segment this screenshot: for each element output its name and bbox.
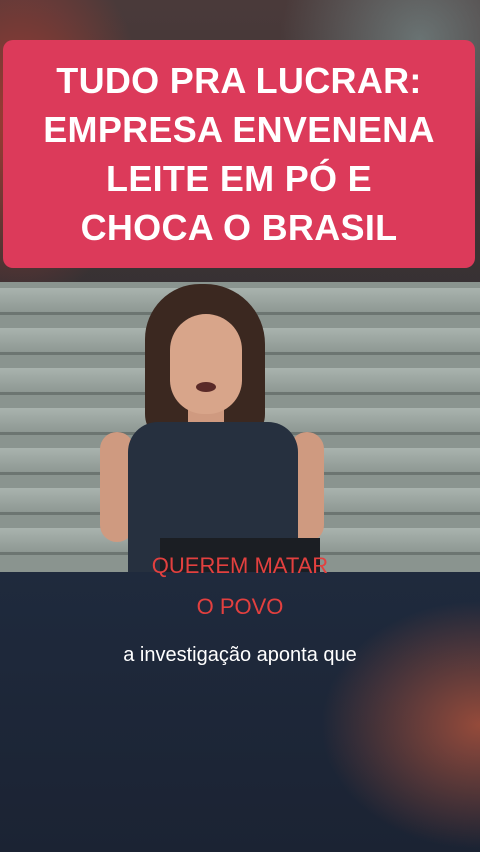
headline-line-1: TUDO PRA LUCRAR: bbox=[56, 60, 422, 101]
headline-line-2: EMPRESA ENVENENA bbox=[43, 109, 435, 150]
overlay-text-line-1: QUEREM MATAR bbox=[151, 553, 329, 578]
video-player[interactable] bbox=[0, 282, 480, 572]
presenter-face bbox=[170, 314, 242, 414]
presenter-mouth bbox=[196, 382, 216, 392]
lower-glow bbox=[320, 600, 480, 850]
headline-line-3: LEITE EM PÓ E bbox=[106, 158, 372, 199]
overlay-text-line-2: O POVO bbox=[196, 594, 284, 619]
headline-banner: TUDO PRA LUCRAR: EMPRESA ENVENENA LEITE … bbox=[3, 40, 475, 268]
subtitle-caption: a investigação aponta que bbox=[123, 644, 357, 666]
headline-line-4: CHOCA O BRASIL bbox=[80, 207, 398, 248]
news-presenter bbox=[100, 282, 340, 572]
